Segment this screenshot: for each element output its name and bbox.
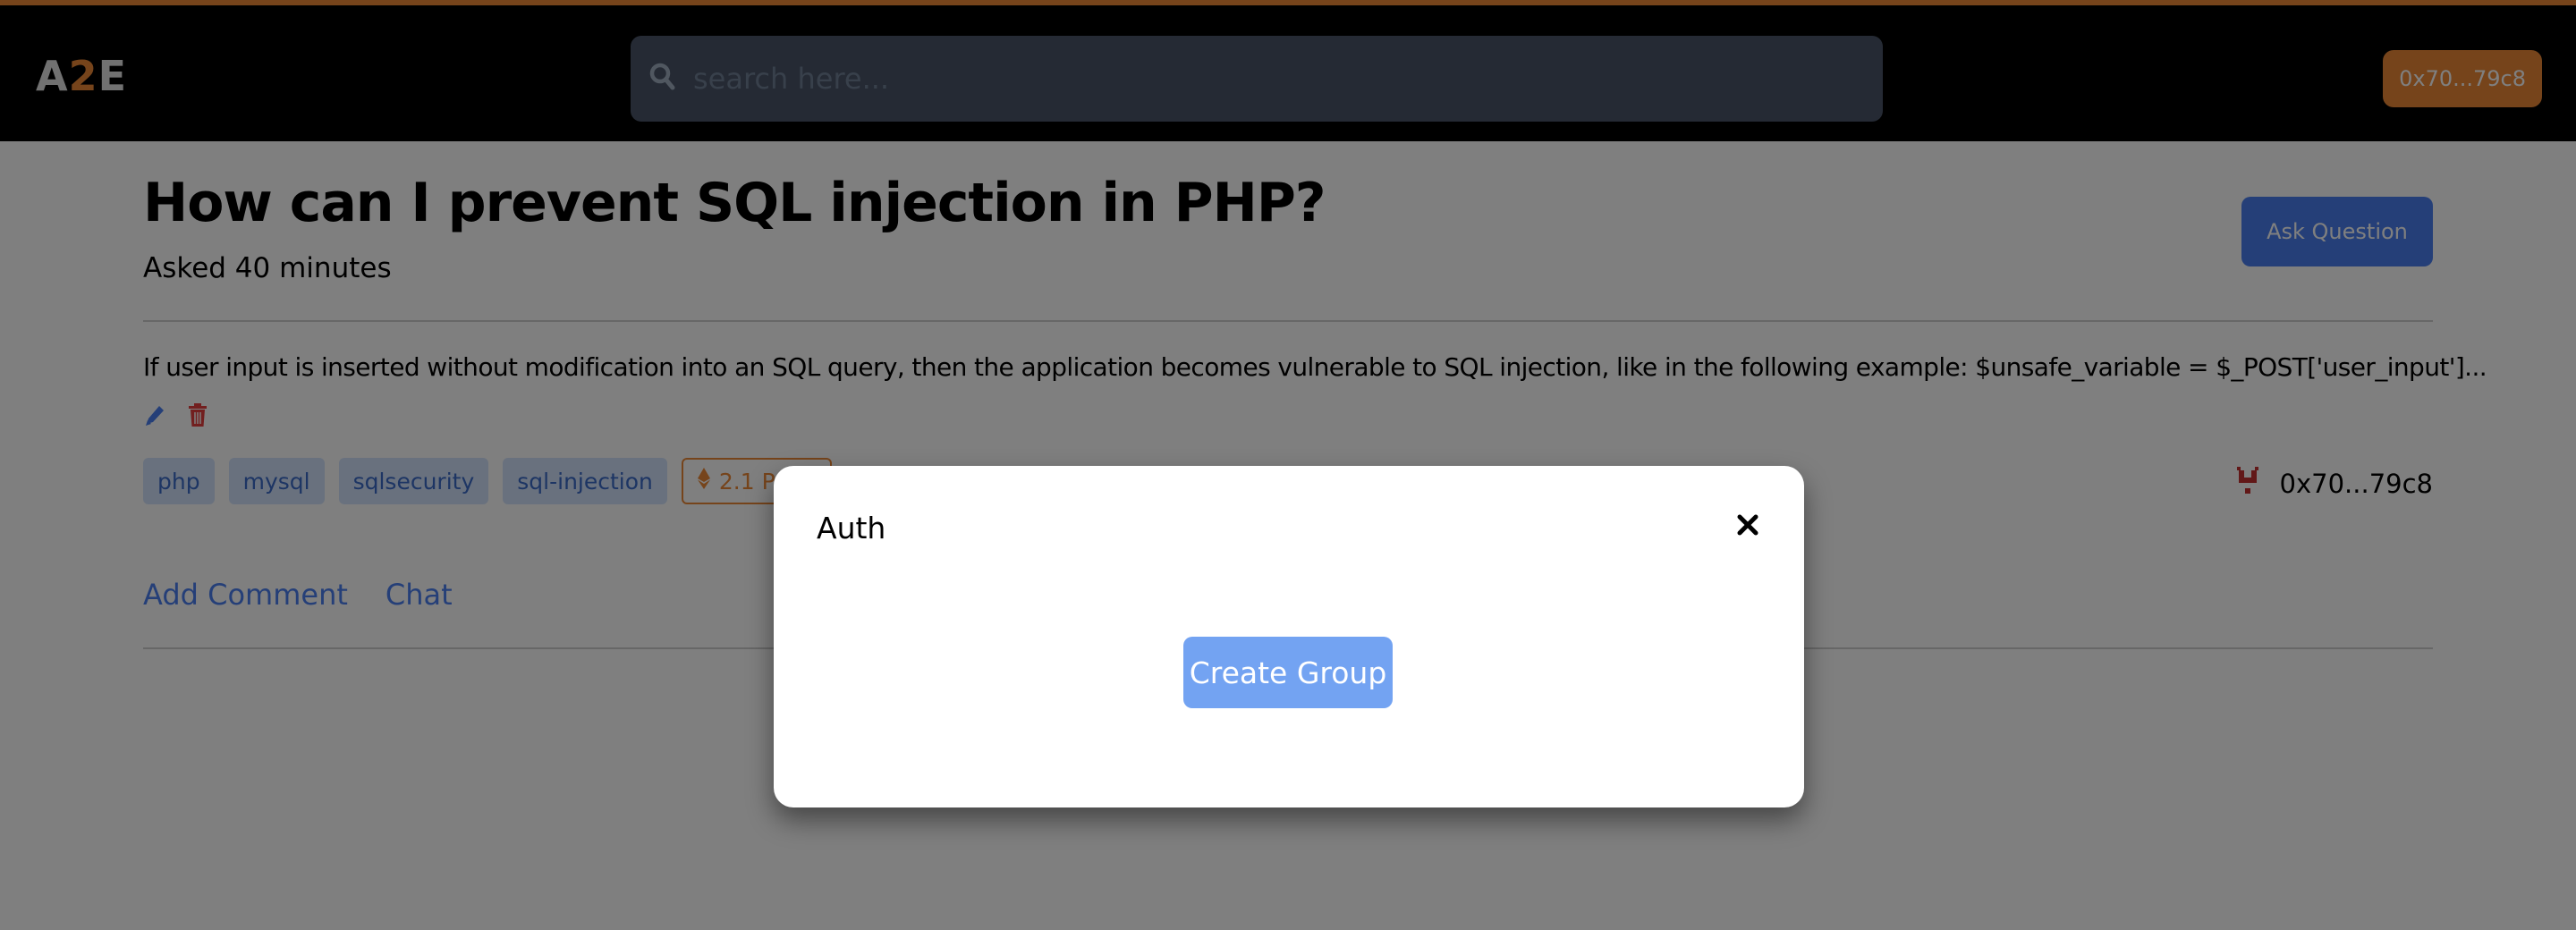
modal-title: Auth [817,511,886,545]
close-icon [1736,514,1759,539]
close-button[interactable] [1734,512,1761,539]
create-group-button[interactable]: Create Group [1183,637,1393,708]
auth-modal: Auth Create Group [774,466,1804,807]
